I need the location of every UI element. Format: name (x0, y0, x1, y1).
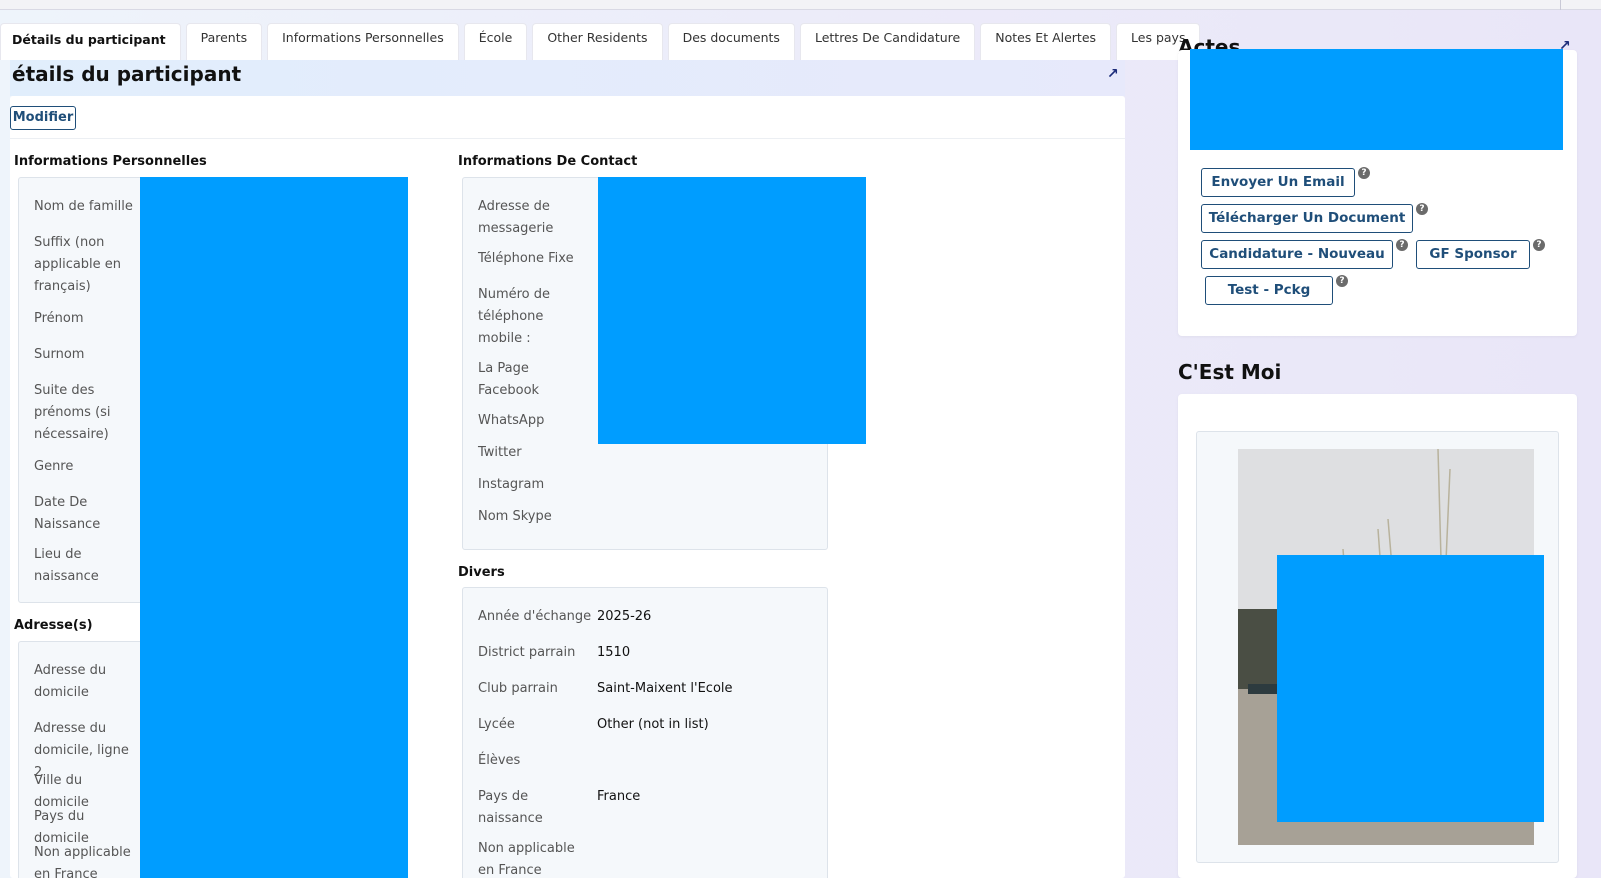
field-label-exchange-year: Année d'échange (478, 609, 592, 624)
field-label-landline: Téléphone Fixe (478, 251, 574, 266)
redacted-actions-header (1190, 49, 1563, 150)
field-label-misc-not-applicable: Non applicable en France (478, 841, 575, 878)
field-label-skype: Nom Skype (478, 509, 552, 524)
field-label-not-applicable-france: Non applicable en France (34, 845, 131, 878)
field-label-mobile: Numéro de téléphone mobile : (478, 287, 551, 346)
tab-notes-alerts[interactable]: Notes Et Alertes (980, 23, 1112, 60)
redacted-personal-values (140, 177, 408, 878)
field-label-email: Adresse de messagerie (478, 199, 554, 236)
field-label-birth-date: Date De Naissance (34, 495, 101, 532)
toolbar-divider (10, 138, 1125, 139)
tab-participant-details[interactable]: Détails du participant (0, 23, 181, 60)
contact-section-title: Informations De Contact (458, 154, 638, 169)
misc-section-title: Divers (458, 565, 505, 580)
test-pckg-help-icon[interactable]: ? (1336, 275, 1348, 287)
top-bar (0, 0, 1601, 10)
tab-personal-info[interactable]: Informations Personnelles (267, 23, 459, 60)
tab-parents[interactable]: Parents (185, 23, 263, 60)
field-value-sponsor-club: Saint-Maixent l'Ecole (597, 681, 733, 696)
new-application-help-icon[interactable]: ? (1396, 239, 1408, 251)
upload-document-button[interactable]: Télécharger Un Document (1201, 204, 1413, 233)
field-label-whatsapp: WhatsApp (478, 413, 545, 428)
redacted-contact-values (598, 177, 866, 444)
field-label-suffix: Suffix (non applicable en français) (34, 235, 122, 294)
misc-panel: Année d'échange 2025-26 District parrain… (462, 587, 828, 878)
field-label-high-school: Lycée (478, 717, 515, 732)
field-label-sponsor-district: District parrain (478, 645, 576, 660)
about-me-title: C'Est Moi (1178, 360, 1282, 384)
field-label-birthplace: Lieu de naissance (34, 547, 99, 584)
field-value-exchange-year: 2025-26 (597, 609, 652, 624)
field-label-instagram: Instagram (478, 477, 545, 492)
gf-sponsor-help-icon[interactable]: ? (1533, 239, 1545, 251)
test-pckg-button[interactable]: Test - Pckg (1205, 276, 1333, 305)
addresses-section-title: Adresse(s) (14, 618, 93, 633)
new-application-button[interactable]: Candidature - Nouveau (1201, 240, 1393, 269)
field-label-first-name: Prénom (34, 311, 84, 326)
field-label-students: Élèves (478, 753, 521, 768)
personal-info-section-title: Informations Personnelles (14, 154, 207, 169)
page-title: étails du participant (12, 62, 242, 86)
field-value-birth-country: France (597, 789, 641, 804)
field-label-gender: Genre (34, 459, 74, 474)
field-label-facebook: La Page Facebook (478, 361, 540, 398)
field-label-twitter: Twitter (478, 445, 522, 460)
send-email-help-icon[interactable]: ? (1358, 167, 1370, 179)
field-label-middle-names: Suite des prénoms (si nécessaire) (34, 383, 111, 442)
send-email-button[interactable]: Envoyer Un Email (1201, 168, 1355, 197)
field-value-high-school: Other (not in list) (597, 717, 709, 732)
field-label-birth-country: Pays de naissance (478, 789, 543, 826)
field-label-sponsor-club: Club parrain (478, 681, 558, 696)
upload-document-help-icon[interactable]: ? (1416, 203, 1428, 215)
tab-application-letters[interactable]: Lettres De Candidature (799, 23, 976, 60)
tab-bar: Détails du participant Parents Informati… (0, 23, 1201, 60)
tab-school[interactable]: École (463, 23, 528, 60)
expand-section-icon[interactable]: ↗ (1107, 66, 1119, 82)
field-label-home-address: Adresse du domicile (34, 663, 107, 700)
field-label-nickname: Surnom (34, 347, 85, 362)
gf-sponsor-button[interactable]: GF Sponsor (1416, 240, 1530, 269)
top-bar-tick (1560, 0, 1561, 10)
field-value-sponsor-district: 1510 (597, 645, 631, 660)
tab-other-residents[interactable]: Other Residents (532, 23, 663, 60)
edit-button[interactable]: Modifier (10, 106, 76, 130)
redacted-photo-area (1277, 555, 1544, 822)
field-label-last-name: Nom de famille (34, 199, 133, 214)
tab-documents[interactable]: Des documents (667, 23, 795, 60)
